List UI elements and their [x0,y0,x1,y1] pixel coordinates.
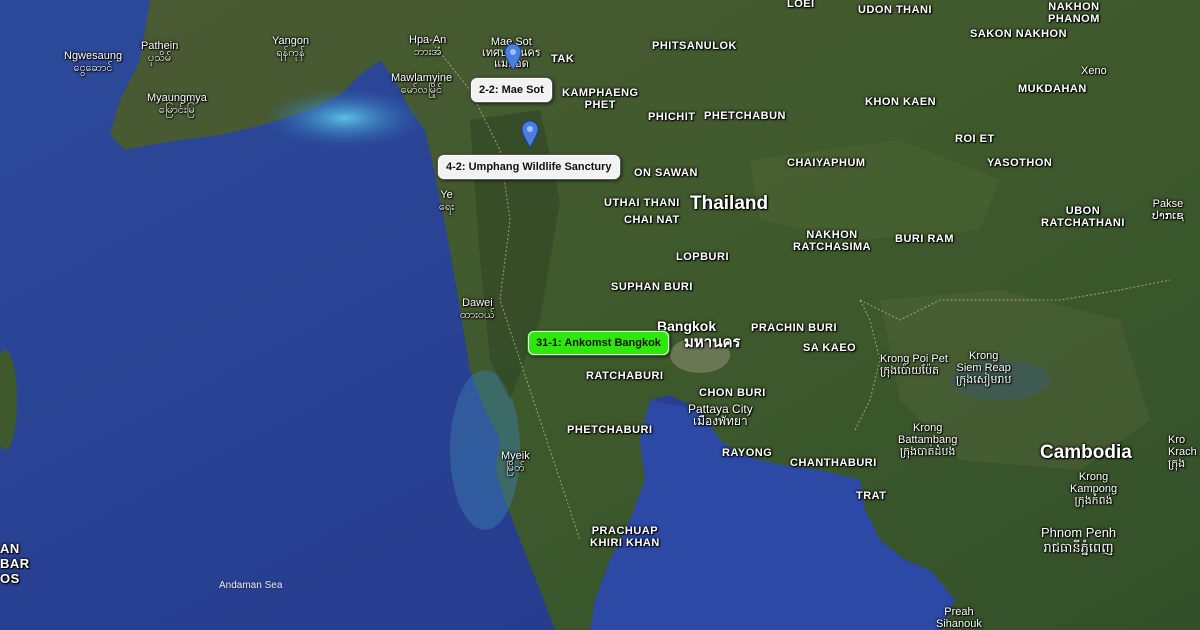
province-label-kamphaeng-phet: KAMPHAENG PHET [562,87,639,111]
province-label-lopburi: LOPBURI [676,251,729,263]
city-label-siem-reap: Krong Siem Reap ក្រុងសៀមរាប [956,350,1012,386]
country-label-cambodia: Cambodia [1040,442,1132,463]
city-label-ngwesaung: Ngwesaung ငွေဆောင် [64,50,123,74]
province-label-phitsanulok: PHITSANULOK [652,40,737,52]
province-label-tak: TAK [551,53,575,65]
province-label-sakon-nakhon: SAKON NAKHON [970,28,1068,40]
province-label-andaman-nicobar: AN BAR OS [0,541,30,586]
city-label-phnom-penh: Phnom Penh រាជធានីភ្នំពេញ [1041,525,1117,555]
marker-label-mae-sot[interactable]: 2-2: Mae Sot [470,77,553,103]
province-label-uthai-thani: UTHAI THANI [604,197,680,209]
country-label-thailand: Thailand [690,193,769,214]
province-label-nakhon-phanom: NAKHON PHANOM [1048,1,1100,25]
city-label-dawei: Dawei ထားဝယ် [460,297,495,321]
city-label-kampong-cham: Krong Kampong ក្រុងកំពង់ [1070,471,1118,507]
city-label-krach: Kro Krach ក្រុង [1168,434,1197,470]
province-label-udon-thani: UDON THANI [858,4,933,16]
province-label-yasothon: YASOTHON [987,157,1053,169]
sea-label-andaman: Andaman Sea [219,580,283,591]
province-label-loei: LOEI [787,0,815,10]
map-pin-icon[interactable] [521,120,539,148]
province-label-nakhon-ratchasima: NAKHON RATCHASIMA [793,229,872,253]
province-label-sa-kaeo: SA KAEO [803,342,857,354]
marker-label-umphang[interactable]: 4-2: Umphang Wildlife Sanctury [437,154,621,180]
province-label-phichit: PHICHIT [648,111,696,123]
city-label-xeno: Xeno [1081,65,1107,77]
city-label-krong-poi-pet: Krong Poi Pet ក្រុងប៉ោយប៉ែត [880,353,948,377]
city-label-battambang: Krong Battambang ក្រុងបាត់ដំបង [898,422,958,458]
province-label-buri-ram: BURI RAM [895,233,954,245]
province-label-khon-kaen: KHON KAEN [865,96,937,108]
province-label-chai-nat: CHAI NAT [624,214,680,226]
province-label-ratchaburi: RATCHABURI [586,370,664,382]
city-label-preah-sihanouk: Preah Sihanouk [936,606,982,630]
province-label-phetchabun: PHETCHABUN [704,110,786,122]
map-pin-icon[interactable] [504,43,522,71]
satellite-map[interactable]: Thailand Cambodia LOEI UDON THANI NAKHON… [0,0,1200,630]
city-label-myeik: Myeik မြိတ် [501,450,530,474]
province-label-suphan-buri: SUPHAN BURI [611,281,693,293]
province-label-prachuap-khiri-khan: PRACHUAP KHIRI KHAN [590,525,660,549]
city-label-myaungmya: Myaungmya မြောင်းမြ [147,92,207,116]
province-label-chanthaburi: CHANTHABURI [790,457,877,469]
province-label-mukdahan: MUKDAHAN [1018,83,1087,95]
city-label-pakse: Pakse ປາກເຊ [1152,198,1184,222]
province-label-rayong: RAYONG [722,447,773,459]
province-label-prachin-buri: PRACHIN BURI [751,322,838,334]
city-label-pathein: Pathein ပုသိမ် [141,40,179,64]
province-label-phetchaburi: PHETCHABURI [567,424,653,436]
province-label-nakhon-sawan: ON SAWAN [634,167,698,179]
province-label-chon-buri: CHON BURI [699,387,766,399]
city-label-mawlamyine: Mawlamyine မော်လမြိုင် [391,72,453,96]
province-label-ubon-ratchathani: UBON RATCHATHANI [1041,205,1125,229]
city-label-hpa-an: Hpa-An ဘားအံ [409,34,447,58]
gulf-of-martaban [265,88,425,148]
province-label-chaiyaphum: CHAIYAPHUM [787,157,866,169]
marker-label-bangkok[interactable]: 31-1: Ankomst Bangkok [527,330,670,356]
city-label-bangkok-thai: มหานคร [684,334,741,351]
city-label-ye: Ye ရေး [439,189,455,213]
city-label-pattaya: Pattaya City เมืองพัทยา [688,402,753,428]
city-label-yangon: Yangon ရန်ကုန် [272,35,310,59]
province-label-roi-et: ROI ET [955,133,995,145]
province-label-trat: TRAT [856,490,887,502]
